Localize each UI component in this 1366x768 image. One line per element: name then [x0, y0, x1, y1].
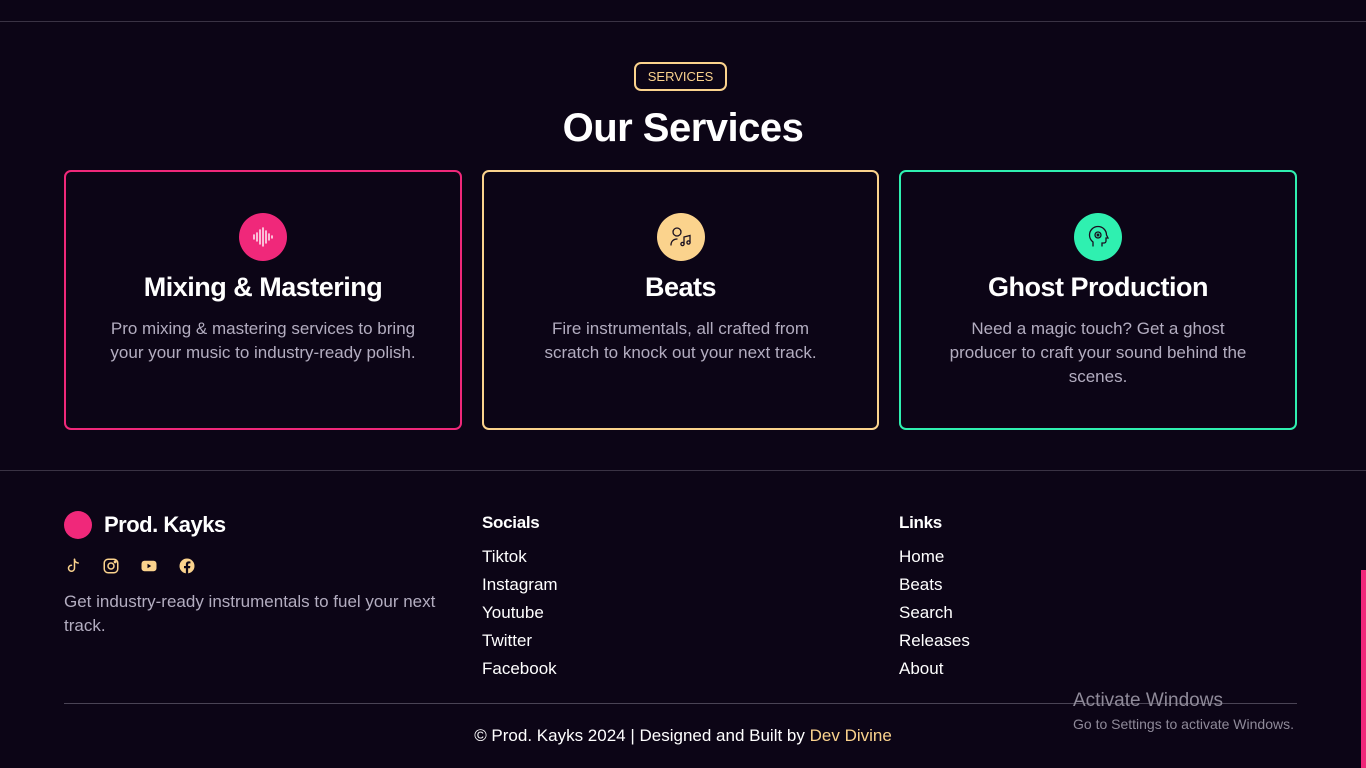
activate-windows-watermark: Activate Windows Go to Settings to activ…	[1073, 690, 1294, 732]
brand-name: Prod. Kayks	[104, 512, 226, 537]
music-user-icon	[656, 213, 705, 261]
scrollbar-thumb[interactable]	[1361, 570, 1366, 768]
service-title: Ghost Production	[988, 272, 1208, 302]
service-card-mixing: Mixing & Mastering Pro mixing & masterin…	[64, 170, 462, 430]
nav-link-releases[interactable]: Releases	[899, 627, 970, 655]
service-card-beats: Beats Fire instrumentals, all crafted fr…	[482, 170, 879, 430]
nav-link-home[interactable]: Home	[899, 543, 970, 571]
social-link-facebook[interactable]: Facebook	[482, 655, 558, 683]
service-title: Beats	[644, 272, 717, 302]
nav-link-search[interactable]: Search	[899, 599, 970, 627]
nav-link-beats[interactable]: Beats	[899, 571, 970, 599]
ghost-head-icon	[1074, 213, 1122, 261]
author-link[interactable]: Dev Divine	[810, 726, 892, 745]
service-description: Pro mixing & mastering services to bring…	[110, 319, 416, 362]
links-heading: Links	[899, 513, 942, 532]
service-card-ghost: Ghost Production Need a magic touch? Get…	[899, 170, 1297, 430]
nav-link-about[interactable]: About	[899, 655, 970, 683]
top-divider	[0, 21, 1366, 22]
social-link-twitter[interactable]: Twitter	[482, 627, 558, 655]
instagram-icon[interactable]	[102, 557, 120, 575]
facebook-icon[interactable]	[178, 557, 196, 575]
activate-windows-title: Activate Windows	[1073, 690, 1223, 711]
footer-tagline: Get industry-ready instrumentals to fuel…	[64, 592, 436, 635]
social-link-youtube[interactable]: Youtube	[482, 599, 558, 627]
sound-wave-icon	[239, 213, 287, 261]
social-link-tiktok[interactable]: Tiktok	[482, 543, 558, 571]
tiktok-icon[interactable]	[64, 557, 82, 575]
socials-column: Socials Tiktok Instagram Youtube Twitter…	[482, 513, 558, 683]
services-badge: SERVICES	[634, 62, 727, 91]
youtube-icon[interactable]	[140, 557, 158, 575]
social-link-instagram[interactable]: Instagram	[482, 571, 558, 599]
service-description: Need a magic touch? Get a ghost producer…	[949, 319, 1247, 386]
socials-heading: Socials	[482, 513, 540, 532]
service-description: Fire instrumentals, all crafted from scr…	[544, 319, 817, 362]
footer-divider	[0, 470, 1366, 471]
activate-windows-subtitle: Go to Settings to activate Windows.	[1073, 716, 1294, 732]
footer-brand[interactable]: Prod. Kayks	[64, 511, 226, 539]
section-title: Our Services	[562, 106, 804, 150]
brand-logo	[64, 511, 92, 539]
social-icons	[64, 557, 196, 575]
links-column: Links Home Beats Search Releases About	[899, 513, 970, 683]
service-title: Mixing & Mastering	[143, 272, 383, 302]
copyright-text: © Prod. Kayks 2024 | Designed and Built …	[474, 726, 805, 745]
